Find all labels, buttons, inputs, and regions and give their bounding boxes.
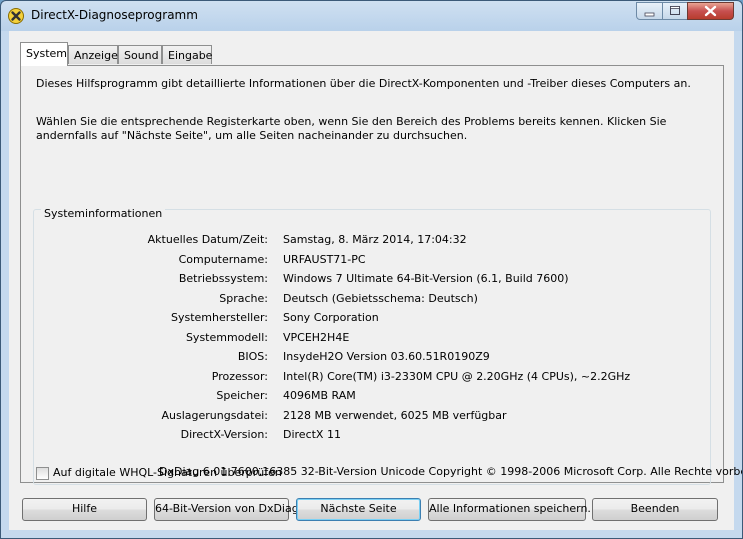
title-bar[interactable]: DirectX-Diagnoseprogramm (1, 1, 742, 31)
minimize-icon (644, 12, 655, 17)
info-row-directx: DirectX-Version: DirectX 11 (21, 428, 711, 444)
save-all-info-button[interactable]: Alle Informationen speichern... (428, 498, 598, 521)
close-icon (704, 5, 717, 17)
info-label: Speicher: (216, 389, 268, 402)
maximize-button[interactable] (662, 2, 688, 20)
info-label: Systemmodell: (185, 330, 268, 344)
tab-sound[interactable]: Sound (118, 45, 162, 64)
info-row-pagefile: Auslagerungsdatei: 2128 MB verwendet, 60… (21, 409, 711, 425)
client-area: System Anzeige Sound Eingabe Dieses Hilf… (9, 31, 743, 530)
info-label: Betriebssystem: (178, 272, 268, 285)
exit-button[interactable]: Beenden (592, 498, 718, 521)
info-value: Deutsch (Gebietsschema: Deutsch) (283, 291, 478, 305)
info-label: Prozessor: (211, 369, 268, 383)
minimize-button[interactable] (636, 2, 663, 20)
intro-text-1: Dieses Hilfsprogramm gibt detaillierte I… (36, 77, 691, 90)
close-window-button[interactable] (687, 2, 734, 20)
tab-eingabe[interactable]: Eingabe (162, 45, 212, 64)
info-row-language: Sprache: Deutsch (Gebietsschema: Deutsch… (21, 292, 711, 308)
info-value: Windows 7 Ultimate 64-Bit-Version (6.1, … (283, 272, 569, 285)
info-row-manufacturer: Systemhersteller: Sony Corporation (21, 311, 711, 327)
window-title: DirectX-Diagnoseprogramm (31, 8, 198, 22)
help-button[interactable]: Hilfe (22, 498, 147, 521)
info-label: DirectX-Version: (180, 428, 268, 441)
info-label: BIOS: (237, 350, 268, 363)
info-row-model: Systemmodell: VPCEH2H4E (21, 331, 711, 347)
info-row-processor: Prozessor: Intel(R) Core(TM) i3-2330M CP… (21, 370, 711, 386)
info-value: 2128 MB verwendet, 6025 MB verfügbar (283, 408, 507, 422)
info-value: Intel(R) Core(TM) i3-2330M CPU @ 2.20GHz… (283, 369, 631, 383)
system-tab-panel: Dieses Hilfsprogramm gibt detaillierte I… (20, 65, 724, 485)
info-row-computername: Computername: URFAUST71-PC (21, 253, 711, 269)
info-value: VPCEH2H4E (283, 330, 350, 344)
info-row-memory: Speicher: 4096MB RAM (21, 389, 711, 405)
maximize-icon (670, 6, 680, 15)
info-label: Aktuelles Datum/Zeit: (147, 233, 268, 246)
dxdiag-64bit-button[interactable]: 64-Bit-Version von DxDiag (154, 498, 299, 521)
info-row-os: Betriebssystem: Windows 7 Ultimate 64-Bi… (21, 272, 711, 288)
info-label: Systemhersteller: (170, 311, 268, 324)
tab-anzeige[interactable]: Anzeige (68, 45, 118, 64)
tab-system[interactable]: System (20, 42, 68, 66)
directx-icon (8, 8, 24, 24)
dxdiag-window: DirectX-Diagnoseprogramm System Anzeige … (0, 0, 743, 539)
info-value: 4096MB RAM (283, 389, 356, 402)
info-value: Sony Corporation (283, 311, 379, 324)
next-page-button[interactable]: Nächste Seite (296, 498, 421, 521)
info-label: Auslagerungsdatei: (161, 408, 268, 422)
info-value: DirectX 11 (283, 428, 341, 441)
copyright-text: DxDiag 6.01.7600.16385 32-Bit-Version Un… (159, 465, 743, 478)
info-value: InsydeH2O Version 03.60.51R0190Z9 (283, 350, 490, 363)
info-label: Sprache: (219, 291, 268, 305)
intro-text-2: Wählen Sie die entsprechende Registerkar… (36, 115, 667, 142)
info-row-bios: BIOS: InsydeH2O Version 03.60.51R0190Z9 (21, 350, 711, 366)
info-value: Samstag, 8. März 2014, 17:04:32 (283, 233, 467, 246)
whql-checkbox[interactable] (36, 467, 49, 480)
info-row-datetime: Aktuelles Datum/Zeit: Samstag, 8. März 2… (21, 233, 711, 249)
info-label: Computername: (178, 252, 268, 266)
system-info-title: Systeminformationen (41, 207, 166, 220)
info-value: URFAUST71-PC (283, 252, 366, 266)
